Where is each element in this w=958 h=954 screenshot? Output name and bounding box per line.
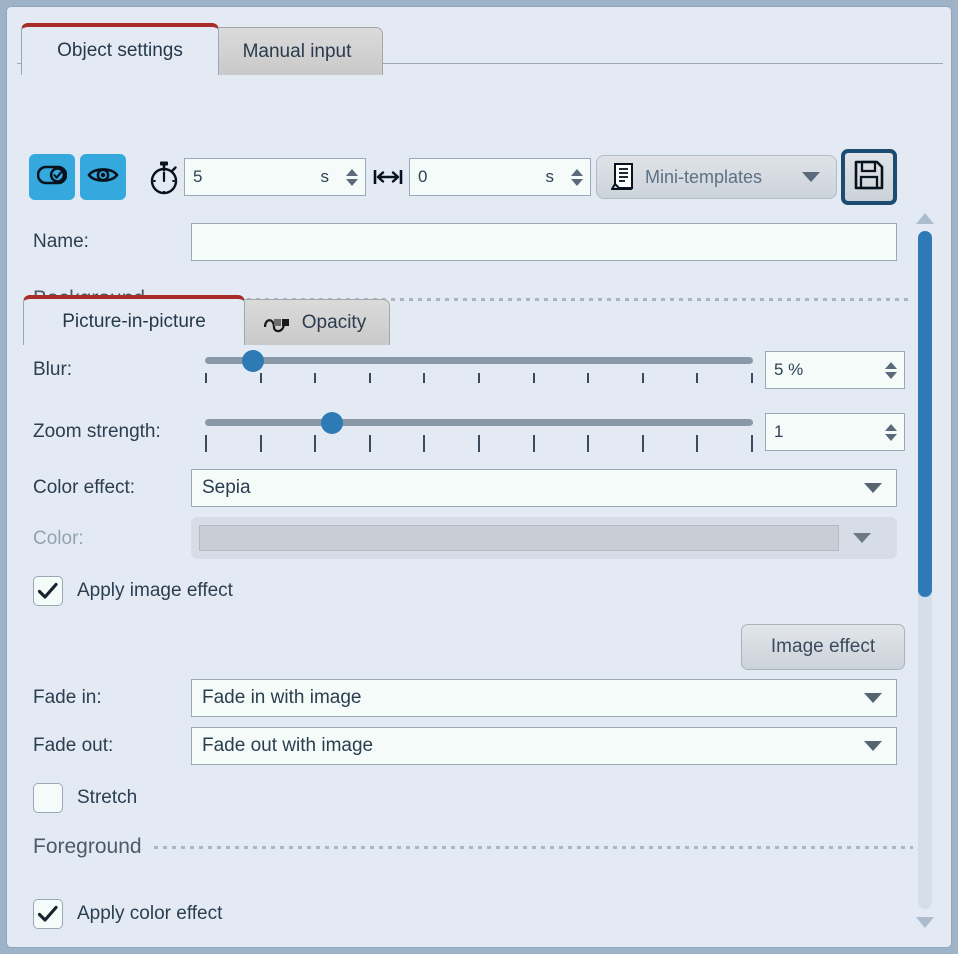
tab-manual-input-label: Manual input [242,40,352,62]
stepper-down-icon[interactable] [885,433,897,441]
stretch-checkbox[interactable]: Stretch [33,783,137,813]
tab-opacity-label: Opacity [301,311,367,333]
color-dropdown [191,517,897,559]
check-icon [37,905,58,922]
color-effect-dropdown[interactable]: Sepia [191,469,897,507]
fade-out-value: Fade out with image [202,735,374,756]
settings-window: Object settings Manual input 5 s 0 s Min… [6,6,952,948]
chevron-down-icon [864,741,882,751]
section-divider [153,845,913,849]
zoom-strength-value: 1 [774,422,784,441]
blur-stepper[interactable] [878,352,904,388]
chevron-down-icon [853,533,871,543]
image-effect-button[interactable]: Image effect [741,624,905,670]
apply-image-effect-label: Apply image effect [77,580,233,601]
zoom-strength-label: Zoom strength: [33,421,161,442]
check-icon [37,582,58,599]
checkbox-box[interactable] [33,899,63,929]
fade-out-label: Fade out: [33,735,114,756]
stretch-label: Stretch [77,787,138,808]
apply-color-effect-label: Apply color effect [77,903,223,924]
image-effect-button-label: Image effect [770,636,876,657]
blur-value: 5 % [774,360,804,379]
toolbar: 5 s 0 s Mini-templates [7,69,951,205]
color-effect-label: Color effect: [33,477,136,498]
chevron-down-icon [864,483,882,493]
zoom-strength-slider-track[interactable] [205,419,753,426]
tab-picture-in-picture[interactable]: Picture-in-picture [23,295,245,345]
stepper-up-icon[interactable] [885,423,897,431]
name-input[interactable] [191,223,897,261]
zoom-strength-stepper[interactable] [878,414,904,450]
triangle-up-icon [916,212,934,224]
triangle-down-icon [916,916,934,928]
blur-value-field[interactable]: 5 % [765,351,905,389]
vertical-scrollbar[interactable] [913,207,937,933]
main-tabstrip: Object settings Manual input [7,7,951,75]
tab-object-settings[interactable]: Object settings [21,23,219,75]
stepper-up-icon[interactable] [885,361,897,369]
blur-slider-ticks [205,373,753,383]
zoom-strength-slider-thumb[interactable] [320,412,343,434]
sub-tabstrip: Picture-in-picture Opacity [7,149,951,346]
zoom-strength-slider-ticks [205,435,753,452]
opacity-curve-icon [262,311,294,335]
tab-picture-in-picture-label: Picture-in-picture [62,311,206,332]
tab-object-settings-label: Object settings [57,40,183,61]
blur-slider[interactable] [205,350,753,392]
scroll-down-button[interactable] [916,915,934,929]
fade-in-dropdown[interactable]: Fade in with image [191,679,897,717]
section-header-foreground: Foreground [33,835,913,859]
name-label: Name: [33,231,89,252]
blur-label: Blur: [33,359,73,380]
apply-image-effect-checkbox[interactable]: Apply image effect [33,576,233,606]
tab-opacity[interactable]: Opacity [238,299,390,345]
tab-manual-input[interactable]: Manual input [211,27,383,75]
scrollbar-thumb[interactable] [918,231,932,597]
section-title-foreground: Foreground [33,835,142,858]
color-effect-value: Sepia [202,477,251,498]
color-swatch [199,525,839,551]
color-label: Color: [33,528,84,549]
zoom-strength-value-field[interactable]: 1 [765,413,905,451]
fade-in-value: Fade in with image [202,687,362,708]
zoom-strength-slider[interactable] [205,412,753,454]
apply-color-effect-checkbox[interactable]: Apply color effect [33,899,222,929]
checkbox-box[interactable] [33,576,63,606]
fade-out-dropdown[interactable]: Fade out with image [191,727,897,765]
blur-slider-track[interactable] [205,357,753,364]
scroll-up-button[interactable] [916,211,934,225]
fade-in-label: Fade in: [33,687,102,708]
blur-slider-thumb[interactable] [241,350,264,372]
checkbox-box[interactable] [33,783,63,813]
chevron-down-icon [864,693,882,703]
stepper-down-icon[interactable] [885,371,897,379]
